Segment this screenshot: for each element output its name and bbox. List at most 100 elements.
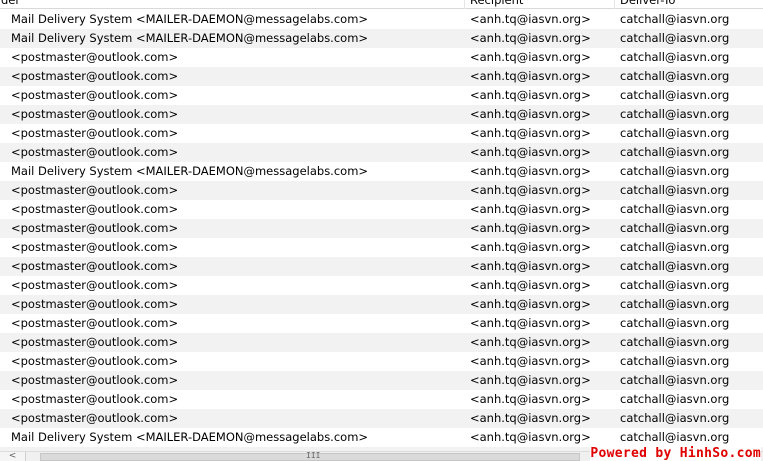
table-row[interactable]: <postmaster@outlook.com> <anh.tq@iasvn.or… bbox=[0, 200, 763, 219]
recipient-cell: <anh.tq@iasvn.org> bbox=[470, 221, 591, 235]
recipient-cell: <anh.tq@iasvn.org> bbox=[470, 69, 591, 83]
sender-cell: <postmaster@outlook.com> bbox=[11, 183, 179, 197]
recipient-cell: <anh.tq@iasvn.org> bbox=[470, 411, 591, 425]
deliver-to-cell: catchall@iasvn.org bbox=[620, 31, 730, 45]
deliver-to-cell: catchall@iasvn.org bbox=[620, 183, 730, 197]
table-row[interactable]: <postmaster@outlook.com> <anh.tq@iasvn.or… bbox=[0, 295, 763, 314]
sender-cell: <postmaster@outlook.com> bbox=[11, 316, 179, 330]
recipient-cell: <anh.tq@iasvn.org> bbox=[470, 392, 591, 406]
deliver-to-cell: catchall@iasvn.org bbox=[620, 12, 730, 26]
table-row[interactable]: <postmaster@outlook.com> <anh.tq@iasvn.or… bbox=[0, 257, 763, 276]
recipient-cell: <anh.tq@iasvn.org> bbox=[470, 240, 591, 254]
recipient-cell: <anh.tq@iasvn.org> bbox=[470, 373, 591, 387]
column-header-sender[interactable]: der bbox=[0, 0, 463, 9]
sender-cell: <postmaster@outlook.com> bbox=[11, 126, 179, 140]
sender-cell: <postmaster@outlook.com> bbox=[11, 411, 179, 425]
sender-cell: <postmaster@outlook.com> bbox=[11, 50, 179, 64]
deliver-to-cell: catchall@iasvn.org bbox=[620, 411, 730, 425]
column-header-recipient[interactable]: Recipient bbox=[464, 0, 613, 9]
recipient-cell: <anh.tq@iasvn.org> bbox=[470, 164, 591, 178]
sender-cell: Mail Delivery System <MAILER-DAEMON@mess… bbox=[11, 12, 369, 26]
scrollbar-grip-icon: III bbox=[306, 451, 321, 460]
table-row[interactable]: <postmaster@outlook.com> <anh.tq@iasvn.or… bbox=[0, 409, 763, 428]
deliver-to-cell: catchall@iasvn.org bbox=[620, 50, 730, 64]
recipient-cell: <anh.tq@iasvn.org> bbox=[470, 202, 591, 216]
recipient-cell: <anh.tq@iasvn.org> bbox=[470, 430, 591, 444]
recipient-cell: <anh.tq@iasvn.org> bbox=[470, 316, 591, 330]
table-row[interactable]: <postmaster@outlook.com> <anh.tq@iasvn.or… bbox=[0, 67, 763, 86]
watermark-text: Powered by HinhSo.com bbox=[590, 446, 761, 461]
sender-cell: <postmaster@outlook.com> bbox=[11, 107, 179, 121]
recipient-cell: <anh.tq@iasvn.org> bbox=[470, 183, 591, 197]
sender-cell: <postmaster@outlook.com> bbox=[11, 202, 179, 216]
recipient-cell: <anh.tq@iasvn.org> bbox=[470, 335, 591, 349]
sender-cell: <postmaster@outlook.com> bbox=[11, 354, 179, 368]
table-row[interactable]: <postmaster@outlook.com> <anh.tq@iasvn.or… bbox=[0, 314, 763, 333]
chevron-left-icon[interactable]: < bbox=[0, 452, 26, 461]
recipient-cell: <anh.tq@iasvn.org> bbox=[470, 31, 591, 45]
deliver-to-cell: catchall@iasvn.org bbox=[620, 145, 730, 159]
deliver-to-cell: catchall@iasvn.org bbox=[620, 430, 730, 444]
sender-cell: <postmaster@outlook.com> bbox=[11, 69, 179, 83]
table-row[interactable]: <postmaster@outlook.com> <anh.tq@iasvn.or… bbox=[0, 86, 763, 105]
recipient-cell: <anh.tq@iasvn.org> bbox=[470, 107, 591, 121]
deliver-to-cell: catchall@iasvn.org bbox=[620, 297, 730, 311]
column-header-deliver-to[interactable]: Deliver-To bbox=[614, 0, 763, 9]
table-row[interactable]: <postmaster@outlook.com> <anh.tq@iasvn.or… bbox=[0, 105, 763, 124]
deliver-to-cell: catchall@iasvn.org bbox=[620, 69, 730, 83]
sender-cell: <postmaster@outlook.com> bbox=[11, 240, 179, 254]
deliver-to-cell: catchall@iasvn.org bbox=[620, 335, 730, 349]
table-row[interactable]: <postmaster@outlook.com> <anh.tq@iasvn.or… bbox=[0, 352, 763, 371]
table-row[interactable]: <postmaster@outlook.com> <anh.tq@iasvn.or… bbox=[0, 333, 763, 352]
deliver-to-cell: catchall@iasvn.org bbox=[620, 107, 730, 121]
deliver-to-cell: catchall@iasvn.org bbox=[620, 316, 730, 330]
recipient-cell: <anh.tq@iasvn.org> bbox=[470, 297, 591, 311]
sender-cell: <postmaster@outlook.com> bbox=[11, 278, 179, 292]
deliver-to-cell: catchall@iasvn.org bbox=[620, 240, 730, 254]
sender-cell: <postmaster@outlook.com> bbox=[11, 392, 179, 406]
recipient-cell: <anh.tq@iasvn.org> bbox=[470, 50, 591, 64]
recipient-cell: <anh.tq@iasvn.org> bbox=[470, 354, 591, 368]
table-row[interactable]: Mail Delivery System <MAILER-DAEMON@mess… bbox=[0, 29, 763, 48]
table-row[interactable]: Mail Delivery System <MAILER-DAEMON@mess… bbox=[0, 162, 763, 181]
column-header: der Recipient Deliver-To bbox=[0, 0, 763, 9]
deliver-to-cell: catchall@iasvn.org bbox=[620, 202, 730, 216]
recipient-cell: <anh.tq@iasvn.org> bbox=[470, 278, 591, 292]
table-row[interactable]: <postmaster@outlook.com> <anh.tq@iasvn.or… bbox=[0, 238, 763, 257]
deliver-to-cell: catchall@iasvn.org bbox=[620, 164, 730, 178]
sender-cell: <postmaster@outlook.com> bbox=[11, 373, 179, 387]
recipient-cell: <anh.tq@iasvn.org> bbox=[470, 145, 591, 159]
sender-cell: <postmaster@outlook.com> bbox=[11, 221, 179, 235]
table-row[interactable]: <postmaster@outlook.com> <anh.tq@iasvn.or… bbox=[0, 276, 763, 295]
sender-cell: <postmaster@outlook.com> bbox=[11, 297, 179, 311]
recipient-cell: <anh.tq@iasvn.org> bbox=[470, 126, 591, 140]
table-row[interactable]: <postmaster@outlook.com> <anh.tq@iasvn.or… bbox=[0, 143, 763, 162]
deliver-to-cell: catchall@iasvn.org bbox=[620, 221, 730, 235]
sender-cell: <postmaster@outlook.com> bbox=[11, 335, 179, 349]
sender-cell: <postmaster@outlook.com> bbox=[11, 88, 179, 102]
sender-cell: <postmaster@outlook.com> bbox=[11, 145, 179, 159]
message-list-viewport: der Recipient Deliver-To Mail Delivery S… bbox=[0, 0, 763, 461]
message-table-body: Mail Delivery System <MAILER-DAEMON@mess… bbox=[0, 10, 763, 461]
table-row[interactable]: <postmaster@outlook.com> <anh.tq@iasvn.or… bbox=[0, 181, 763, 200]
table-row[interactable]: <postmaster@outlook.com> <anh.tq@iasvn.or… bbox=[0, 48, 763, 67]
deliver-to-cell: catchall@iasvn.org bbox=[620, 278, 730, 292]
table-row[interactable]: <postmaster@outlook.com> <anh.tq@iasvn.or… bbox=[0, 124, 763, 143]
deliver-to-cell: catchall@iasvn.org bbox=[620, 259, 730, 273]
table-row[interactable]: <postmaster@outlook.com> <anh.tq@iasvn.or… bbox=[0, 371, 763, 390]
table-row[interactable]: Mail Delivery System <MAILER-DAEMON@mess… bbox=[0, 10, 763, 29]
deliver-to-cell: catchall@iasvn.org bbox=[620, 88, 730, 102]
table-row[interactable]: <postmaster@outlook.com> <anh.tq@iasvn.or… bbox=[0, 390, 763, 409]
sender-cell: Mail Delivery System <MAILER-DAEMON@mess… bbox=[11, 31, 369, 45]
sender-cell: <postmaster@outlook.com> bbox=[11, 259, 179, 273]
recipient-cell: <anh.tq@iasvn.org> bbox=[470, 88, 591, 102]
recipient-cell: <anh.tq@iasvn.org> bbox=[470, 12, 591, 26]
deliver-to-cell: catchall@iasvn.org bbox=[620, 354, 730, 368]
deliver-to-cell: catchall@iasvn.org bbox=[620, 126, 730, 140]
deliver-to-cell: catchall@iasvn.org bbox=[620, 373, 730, 387]
recipient-cell: <anh.tq@iasvn.org> bbox=[470, 259, 591, 273]
table-row[interactable]: Mail Delivery System <MAILER-DAEMON@mess… bbox=[0, 428, 763, 447]
deliver-to-cell: catchall@iasvn.org bbox=[620, 392, 730, 406]
sender-cell: Mail Delivery System <MAILER-DAEMON@mess… bbox=[11, 430, 369, 444]
table-row[interactable]: <postmaster@outlook.com> <anh.tq@iasvn.or… bbox=[0, 219, 763, 238]
